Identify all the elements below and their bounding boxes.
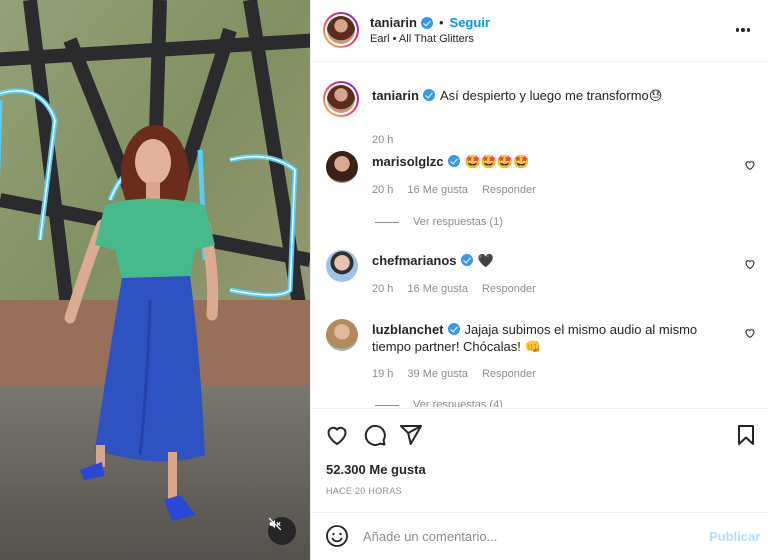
comment-text: chefmarianos 🖤 [372,252,732,270]
author-avatar[interactable] [323,12,359,48]
comment-time: 19 h [372,368,394,380]
video-frame [0,0,310,560]
verified-badge-icon [422,89,435,101]
author-avatar[interactable] [323,81,359,117]
comment-username[interactable]: marisolglzc [372,154,444,169]
comment-username[interactable]: chefmarianos [372,253,457,268]
view-replies-label: Ver respuestas (4) [413,399,503,407]
caption-time: 20 h [372,134,394,146]
post-actions: 52.300 Me gusta HACE 20 HORAS [311,408,768,518]
comment-body: 🤩🤩🤩🤩 [464,155,530,170]
view-replies-label: Ver respuestas (1) [413,216,503,228]
comment-username[interactable]: luzblanchet [372,322,444,337]
comment-time: 20 h [372,283,394,295]
comment-likes[interactable]: 16 Me gusta [407,283,468,295]
like-count[interactable]: 52.300 Me gusta [326,462,426,477]
caption-text: taniarin Así despierto y luego me transfo… [372,87,732,105]
caption-body: Así despierto y luego me transformo [439,88,649,103]
caption-meta: 20 h [372,134,393,146]
mute-toggle-button[interactable] [268,517,296,545]
verified-badge-icon [447,323,460,335]
publish-button[interactable]: Publicar [709,529,760,544]
comment-time: 20 h [372,184,394,196]
share-icon[interactable] [399,423,423,447]
caption-emoji: 😓 [648,89,663,104]
verified-badge-icon [460,254,473,266]
comment-likes[interactable]: 39 Me gusta [407,368,468,380]
muted-audio-icon [268,517,282,531]
verified-badge-icon [420,16,433,29]
audio-attribution[interactable]: Earl • All That Glitters [370,33,474,45]
comment-meta: 19 h 39 Me gusta Responder [372,368,536,380]
author-username[interactable]: taniarin [370,15,417,30]
heart-icon[interactable] [325,423,349,447]
comment-meta: 20 h 16 Me gusta Responder [372,283,536,295]
comment-icon[interactable] [363,423,387,447]
post-details-panel: taniarin • Seguir Earl • All That Glitte… [310,0,768,560]
post-header: taniarin • Seguir Earl • All That Glitte… [311,0,768,62]
bookmark-icon[interactable] [734,423,758,447]
comment-body: 🖤 [477,254,494,269]
comment-text: marisolglzc 🤩🤩🤩🤩 [372,153,732,171]
caption-username[interactable]: taniarin [372,88,419,103]
reply-button[interactable]: Responder [482,283,536,295]
heart-icon[interactable] [744,159,756,171]
emoji-icon[interactable] [325,524,349,548]
view-replies-button[interactable]: Ver respuestas (1) [375,216,503,228]
comment-text: luzblanchet Jajaja subimos el mismo audio… [372,321,732,356]
separator-dot: • [438,15,444,30]
comment-input[interactable] [363,525,693,547]
comment-emoji: 👊 [524,340,541,355]
more-options-icon[interactable] [731,20,755,40]
commenter-avatar[interactable] [326,319,358,351]
commenter-avatar[interactable] [326,151,358,183]
reply-button[interactable]: Responder [482,368,536,380]
reply-button[interactable]: Responder [482,184,536,196]
view-replies-button[interactable]: Ver respuestas (4) [375,399,503,407]
comment-likes[interactable]: 16 Me gusta [407,184,468,196]
post-media-video[interactable] [0,0,310,560]
commenter-avatar[interactable] [326,250,358,282]
comment-composer: Publicar [311,512,768,560]
post-timestamp: HACE 20 HORAS [326,486,402,496]
comments-list[interactable]: taniarin Así despierto y luego me transfo… [311,62,768,407]
heart-icon[interactable] [744,327,756,339]
comment-meta: 20 h 16 Me gusta Responder [372,184,536,196]
follow-button[interactable]: Seguir [450,15,490,30]
verified-badge-icon [447,155,460,167]
heart-icon[interactable] [744,258,756,270]
author-line: taniarin • Seguir [370,15,490,30]
